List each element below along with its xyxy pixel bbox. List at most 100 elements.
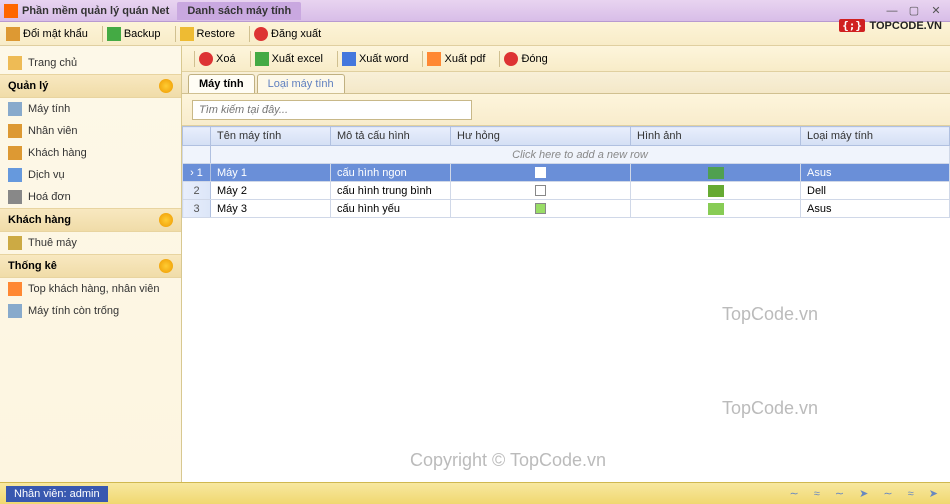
sidebar-header-customer[interactable]: Khách hàng bbox=[0, 208, 181, 232]
menu-label: Đăng xuất bbox=[271, 28, 321, 40]
sidebar-item-rent[interactable]: Thuê máy bbox=[0, 232, 181, 254]
sidebar-item-computers[interactable]: Máy tính bbox=[0, 98, 181, 120]
checkbox-icon[interactable] bbox=[535, 203, 546, 214]
tab-label: Máy tính bbox=[199, 78, 244, 90]
restore-icon bbox=[180, 27, 194, 41]
button-label: Xuất excel bbox=[272, 53, 323, 65]
home-icon bbox=[8, 56, 22, 70]
sidebar-item-customers[interactable]: Khách hàng bbox=[0, 142, 181, 164]
tab-computer-types[interactable]: Loại máy tính bbox=[257, 74, 345, 93]
logo: {;} TOPCODE.VN bbox=[839, 16, 942, 34]
col-name[interactable]: Tên máy tính bbox=[211, 127, 331, 146]
cell-broken[interactable] bbox=[451, 164, 631, 182]
col-desc[interactable]: Mô tả cấu hình bbox=[331, 127, 451, 146]
row-number: › 1 bbox=[183, 164, 211, 182]
close-tab-button[interactable]: Đóng bbox=[504, 52, 547, 66]
checkbox-icon[interactable] bbox=[535, 185, 546, 196]
cell-name[interactable]: Máy 3 bbox=[211, 200, 331, 218]
export-pdf-button[interactable]: Xuất pdf bbox=[427, 52, 485, 66]
cell-desc[interactable]: cấu hình ngon bbox=[331, 164, 451, 182]
top-icon bbox=[8, 282, 22, 296]
tab-label: Loại máy tính bbox=[268, 78, 334, 90]
row-number: 2 bbox=[183, 182, 211, 200]
cell-name[interactable]: Máy 1 bbox=[211, 164, 331, 182]
computer-icon bbox=[8, 102, 22, 116]
row-indicator-header[interactable] bbox=[183, 127, 211, 146]
pc-icon bbox=[8, 304, 22, 318]
status-bar: Nhân viên: admin ∼ ≈ ∼ ➤ ∼ ≈ ➤ bbox=[0, 482, 950, 504]
add-row-label: Click here to add a new row bbox=[211, 146, 950, 164]
cell-type[interactable]: Asus bbox=[801, 164, 950, 182]
sidebar-header-stats[interactable]: Thống kê bbox=[0, 254, 181, 278]
export-word-button[interactable]: Xuất word bbox=[342, 52, 409, 66]
col-image[interactable]: Hình ảnh bbox=[631, 127, 801, 146]
table-row[interactable]: 2 Máy 2 cấu hình trung bình Dell bbox=[183, 182, 950, 200]
pdf-icon bbox=[427, 52, 441, 66]
app-icon bbox=[4, 4, 18, 18]
button-label: Xoá bbox=[216, 53, 236, 65]
sidebar-item-home[interactable]: Trang chủ bbox=[0, 52, 181, 74]
sidebar-label: Dịch vụ bbox=[28, 169, 65, 181]
user-icon bbox=[8, 124, 22, 138]
logout-button[interactable]: Đăng xuất bbox=[254, 27, 321, 41]
cell-desc[interactable]: cấu hình yếu bbox=[331, 200, 451, 218]
checkbox-icon[interactable] bbox=[535, 167, 546, 178]
button-label: Xuất word bbox=[359, 53, 409, 65]
col-type[interactable]: Loại máy tính bbox=[801, 127, 950, 146]
sidebar-item-services[interactable]: Dịch vụ bbox=[0, 164, 181, 186]
sidebar-item-top[interactable]: Top khách hàng, nhân viên bbox=[0, 278, 181, 300]
table-row[interactable]: 3 Máy 3 cấu hình yếu Asus bbox=[183, 200, 950, 218]
change-password-button[interactable]: Đổi mật khẩu bbox=[6, 27, 88, 41]
gear-icon bbox=[159, 259, 173, 273]
window-tab-title[interactable]: Danh sách máy tính bbox=[177, 2, 301, 20]
export-excel-button[interactable]: Xuất excel bbox=[255, 52, 323, 66]
logo-brace: {;} bbox=[839, 19, 865, 32]
separator bbox=[422, 51, 423, 67]
add-new-row[interactable]: Click here to add a new row bbox=[183, 146, 950, 164]
sidebar-header-manage[interactable]: Quản lý bbox=[0, 74, 181, 98]
separator bbox=[337, 51, 338, 67]
button-label: Xuất pdf bbox=[444, 53, 485, 65]
status-user: Nhân viên: admin bbox=[6, 486, 108, 502]
close-icon bbox=[504, 52, 518, 66]
data-grid: Tên máy tính Mô tả cấu hình Hư hỏng Hình… bbox=[182, 126, 950, 218]
menu-label: Restore bbox=[197, 28, 236, 40]
restore-button[interactable]: Restore bbox=[180, 27, 236, 41]
delete-icon bbox=[199, 52, 213, 66]
status-decoration: ∼ ≈ ∼ ➤ ∼ ≈ ➤ bbox=[790, 487, 945, 500]
thumbnail-icon bbox=[708, 167, 724, 179]
word-icon bbox=[342, 52, 356, 66]
separator bbox=[250, 51, 251, 67]
logo-text: TOPCODE.VN bbox=[869, 20, 942, 32]
excel-icon bbox=[255, 52, 269, 66]
cell-desc[interactable]: cấu hình trung bình bbox=[331, 182, 451, 200]
delete-button[interactable]: Xoá bbox=[199, 52, 236, 66]
cell-image[interactable] bbox=[631, 182, 801, 200]
search-input[interactable] bbox=[192, 100, 472, 120]
backup-button[interactable]: Backup bbox=[107, 27, 161, 41]
gear-icon bbox=[159, 213, 173, 227]
cell-type[interactable]: Asus bbox=[801, 200, 950, 218]
sidebar-item-staff[interactable]: Nhân viên bbox=[0, 120, 181, 142]
tab-computers[interactable]: Máy tính bbox=[188, 74, 255, 93]
sidebar-label: Khách hàng bbox=[8, 214, 71, 226]
backup-icon bbox=[107, 27, 121, 41]
button-label: Đóng bbox=[521, 53, 547, 65]
sidebar-item-invoices[interactable]: Hoá đơn bbox=[0, 186, 181, 208]
sidebar-label: Hoá đơn bbox=[28, 191, 71, 203]
cell-type[interactable]: Dell bbox=[801, 182, 950, 200]
cell-image[interactable] bbox=[631, 164, 801, 182]
sidebar-label: Máy tính bbox=[28, 103, 70, 115]
cell-broken[interactable] bbox=[451, 200, 631, 218]
sidebar-item-available[interactable]: Máy tính còn trống bbox=[0, 300, 181, 322]
cell-broken[interactable] bbox=[451, 182, 631, 200]
sidebar-label: Top khách hàng, nhân viên bbox=[28, 283, 160, 295]
separator bbox=[175, 26, 176, 42]
cell-name[interactable]: Máy 2 bbox=[211, 182, 331, 200]
cell-image[interactable] bbox=[631, 200, 801, 218]
users-icon bbox=[8, 146, 22, 160]
table-row[interactable]: › 1 Máy 1 cấu hình ngon Asus bbox=[183, 164, 950, 182]
separator bbox=[249, 26, 250, 42]
col-broken[interactable]: Hư hỏng bbox=[451, 127, 631, 146]
invoice-icon bbox=[8, 190, 22, 204]
